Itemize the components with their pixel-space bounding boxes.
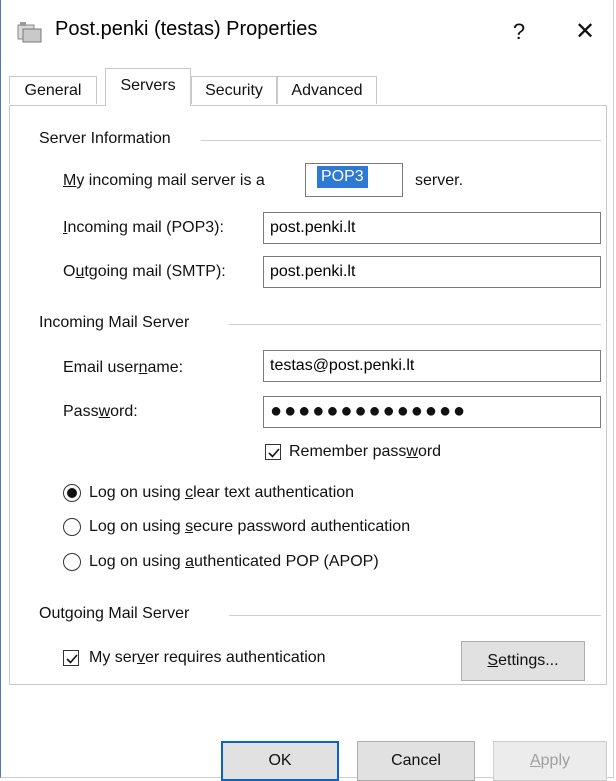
outgoing-server-divider: [229, 615, 601, 616]
checkmark-icon: [66, 654, 78, 664]
mail-account-icon: [17, 22, 42, 43]
tab-strip: General Servers Security Advanced: [9, 68, 609, 106]
close-button[interactable]: ✕: [563, 12, 607, 52]
incoming-server-divider: [229, 324, 601, 325]
ok-button[interactable]: OK: [221, 741, 339, 781]
incoming-server-type-value[interactable]: POP3: [317, 166, 368, 188]
outgoing-server-group-label: Outgoing Mail Server: [39, 605, 198, 623]
server-info-divider: [201, 140, 601, 141]
requires-auth-label[interactable]: My server requires authentication: [89, 649, 326, 667]
username-label: Email username:: [63, 359, 184, 376]
cancel-button[interactable]: Cancel: [357, 741, 475, 781]
incoming-server-group-label: Incoming Mail Server: [39, 314, 198, 332]
radio-apop-auth[interactable]: [63, 553, 81, 571]
username-input[interactable]: [263, 350, 601, 382]
server-info-group-label: Server Information: [39, 130, 179, 148]
incoming-type-suffix: server.: [415, 172, 464, 189]
tab-security[interactable]: Security: [191, 76, 277, 104]
clear-text-auth-label[interactable]: Log on using clear text authentication: [89, 484, 354, 502]
remember-password-checkbox[interactable]: [265, 444, 281, 460]
help-button[interactable]: ?: [499, 12, 539, 52]
tab-advanced[interactable]: Advanced: [277, 76, 377, 104]
radio-clear-text-auth[interactable]: [63, 484, 81, 502]
tab-general[interactable]: General: [9, 76, 97, 104]
tab-servers[interactable]: Servers: [105, 68, 191, 106]
checkmark-icon: [268, 448, 280, 458]
radio-secure-password-auth[interactable]: [63, 518, 81, 536]
apply-button[interactable]: Apply: [493, 741, 607, 781]
password-input[interactable]: ●●●●●●●●●●●●●●: [263, 396, 601, 428]
title-bar[interactable]: Post.penki (testas) Properties ? ✕: [1, 0, 613, 62]
incoming-type-label-accel: M: [63, 172, 77, 189]
remember-password-label[interactable]: Remember password: [289, 443, 441, 461]
incoming-type-label: My incoming mail server is a: [63, 172, 265, 190]
incoming-mail-label: Incoming mail (POP3):: [63, 219, 224, 236]
properties-dialog: Post.penki (testas) Properties ? ✕ Gener…: [0, 0, 614, 781]
settings-button[interactable]: Settings...: [461, 641, 585, 681]
radio-selected-dot: [67, 488, 77, 498]
apop-auth-label[interactable]: Log on using authenticated POP (APOP): [89, 553, 379, 571]
incoming-type-label-rest: y incoming mail server is a: [76, 172, 265, 189]
outgoing-mail-label: Outgoing mail (SMTP):: [63, 263, 226, 280]
secure-password-auth-label[interactable]: Log on using secure password authenticat…: [89, 518, 410, 536]
requires-auth-checkbox[interactable]: [63, 650, 79, 666]
password-label: Password:: [63, 403, 138, 420]
outgoing-mail-server-input[interactable]: [263, 256, 601, 288]
window-title: Post.penki (testas) Properties: [55, 18, 318, 40]
incoming-mail-server-input[interactable]: [263, 212, 601, 244]
